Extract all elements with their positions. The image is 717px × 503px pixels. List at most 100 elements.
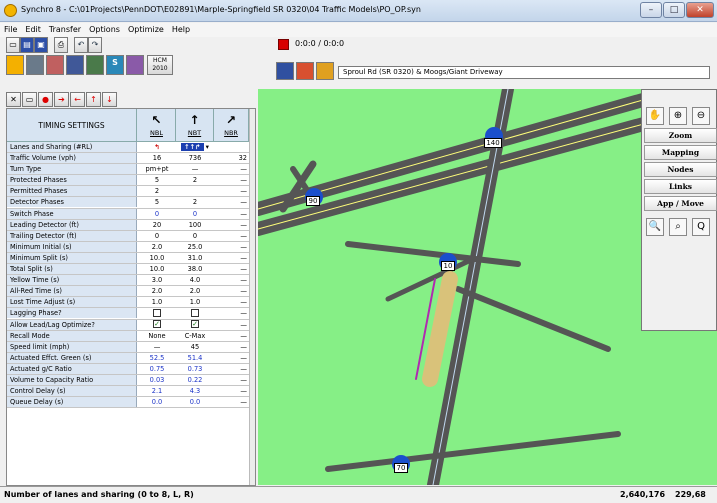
grid-scrollbar[interactable] bbox=[249, 109, 255, 485]
value-cell[interactable]: 0 bbox=[138, 209, 176, 219]
grid-row[interactable]: Permitted Phases 2 — bbox=[7, 186, 249, 198]
value-cell[interactable]: 5 bbox=[138, 197, 176, 207]
value-cell[interactable]: — bbox=[176, 164, 214, 174]
redo-icon[interactable]: ↷ bbox=[88, 37, 102, 53]
volume-settings-icon[interactable] bbox=[46, 55, 64, 75]
move-left-icon[interactable]: ← bbox=[70, 92, 85, 107]
value-cell[interactable]: — bbox=[214, 297, 249, 307]
value-cell[interactable]: 16 bbox=[138, 153, 176, 163]
value-cell[interactable]: 2.0 bbox=[138, 242, 176, 252]
value-cell[interactable]: — bbox=[214, 242, 249, 252]
save-file-icon[interactable]: ▣ bbox=[34, 37, 48, 53]
maximize-button[interactable]: □ bbox=[663, 2, 685, 18]
value-cell[interactable]: — bbox=[214, 220, 249, 230]
grid-row[interactable]: Lanes and Sharing (#RL) ↰ ↑↑↱ ▾ bbox=[7, 142, 249, 154]
value-cell[interactable]: 0 bbox=[138, 231, 176, 241]
grid-row[interactable]: Minimum Split (s) 10.0 31.0— bbox=[7, 252, 249, 265]
hcm-2010-button[interactable]: HCM 2010 bbox=[147, 55, 173, 75]
move-up-icon[interactable]: ↑ bbox=[86, 92, 101, 107]
value-cell[interactable]: 0.0 bbox=[138, 397, 176, 407]
value-cell[interactable]: pm+pt bbox=[138, 164, 176, 174]
value-cell[interactable]: — bbox=[214, 164, 249, 174]
grid-row[interactable]: All-Red Time (s) 2.0 2.0— bbox=[7, 286, 249, 298]
simulation-record-icon[interactable] bbox=[278, 39, 289, 50]
movement-nbl[interactable]: ↖ NBL bbox=[138, 109, 176, 142]
value-cell[interactable]: — bbox=[214, 209, 249, 219]
select-icon[interactable]: ▭ bbox=[22, 92, 37, 107]
value-cell[interactable]: 2.0 bbox=[138, 286, 176, 296]
value-cell[interactable]: — bbox=[214, 331, 249, 341]
value-cell[interactable]: 51.4 bbox=[176, 353, 214, 363]
checkbox-cell[interactable] bbox=[176, 308, 214, 318]
value-cell[interactable]: 2 bbox=[176, 175, 214, 185]
value-cell[interactable]: 32 bbox=[214, 153, 249, 163]
grid-row[interactable]: Allow Lead/Lag Optimize? ✓ ✓ — bbox=[7, 319, 249, 331]
value-cell[interactable]: 0.75 bbox=[138, 364, 176, 374]
grid-row[interactable]: Actuated g/C Ratio 0.75 0.73— bbox=[7, 363, 249, 375]
add-node-icon[interactable]: ● bbox=[38, 92, 53, 107]
nodes-button[interactable]: Nodes bbox=[644, 162, 717, 177]
value-cell[interactable]: — bbox=[214, 186, 249, 196]
grid-row[interactable]: Trailing Detector (ft) 0 0— bbox=[7, 230, 249, 242]
value-cell[interactable]: — bbox=[214, 386, 249, 396]
mapping-button[interactable]: Mapping bbox=[644, 145, 717, 160]
grid-row[interactable]: Volume to Capacity Ratio 0.03 0.22— bbox=[7, 374, 249, 387]
add-link-icon[interactable]: ➔ bbox=[54, 92, 69, 107]
hand-icon[interactable]: ✋ bbox=[646, 107, 664, 125]
close-button[interactable]: ✕ bbox=[686, 2, 714, 18]
zoom-window-icon[interactable]: ⌕ bbox=[669, 218, 687, 236]
movement-nbt[interactable]: ↑ NBT bbox=[176, 109, 214, 142]
value-cell[interactable]: — bbox=[214, 253, 249, 263]
detector-settings-icon[interactable]: S bbox=[106, 55, 124, 75]
app-move-button[interactable]: App / Move bbox=[644, 196, 717, 211]
value-cell[interactable]: 5 bbox=[138, 175, 176, 185]
checkbox-cell[interactable]: ✓ bbox=[176, 320, 214, 330]
zoom-scale-icon[interactable]: Q bbox=[692, 218, 710, 236]
grid-row[interactable]: Switch Phase 0 0— bbox=[7, 208, 249, 220]
intersection-name-field[interactable]: Sproul Rd (SR 0320) & Moogs/Giant Drivew… bbox=[338, 66, 710, 79]
value-cell[interactable]: None bbox=[138, 331, 176, 341]
checkbox[interactable]: ✓ bbox=[191, 320, 199, 328]
value-cell[interactable]: 2.0 bbox=[176, 286, 214, 296]
value-cell[interactable]: C-Max bbox=[176, 331, 214, 341]
value-cell[interactable]: 0.22 bbox=[176, 375, 214, 385]
timing-settings-icon[interactable] bbox=[66, 55, 84, 75]
menu-options[interactable]: Options bbox=[85, 23, 124, 37]
grid-row[interactable]: Detector Phases 5 2— bbox=[7, 197, 249, 209]
checkbox-cell[interactable] bbox=[138, 308, 176, 318]
lane-config-cell[interactable]: ↰ bbox=[138, 142, 176, 152]
value-cell[interactable]: 52.5 bbox=[138, 353, 176, 363]
signing-settings-icon[interactable] bbox=[86, 55, 104, 75]
value-cell[interactable]: 2 bbox=[138, 186, 176, 196]
grid-row[interactable]: Lagging Phase? — bbox=[7, 308, 249, 320]
value-cell[interactable]: 0.03 bbox=[138, 375, 176, 385]
value-cell[interactable]: — bbox=[214, 353, 249, 363]
value-cell[interactable]: 2.1 bbox=[138, 386, 176, 396]
value-cell[interactable]: — bbox=[214, 175, 249, 185]
checkbox-cell[interactable]: ✓ bbox=[138, 320, 176, 330]
value-cell[interactable]: 100 bbox=[176, 220, 214, 230]
grid-row[interactable]: Lost Time Adjust (s) 1.0 1.0— bbox=[7, 297, 249, 309]
value-cell[interactable]: — bbox=[214, 308, 249, 318]
value-cell[interactable]: 0.73 bbox=[176, 364, 214, 374]
value-cell[interactable]: 3.0 bbox=[138, 275, 176, 285]
zoom-all-icon[interactable]: 🔍 bbox=[646, 218, 664, 236]
value-cell[interactable] bbox=[214, 142, 249, 152]
value-cell[interactable]: 31.0 bbox=[176, 253, 214, 263]
delete-icon[interactable]: ✕ bbox=[6, 92, 21, 107]
value-cell[interactable]: — bbox=[214, 264, 249, 274]
value-cell[interactable] bbox=[176, 186, 214, 196]
phasing-settings-icon[interactable] bbox=[126, 55, 144, 75]
grid-row[interactable]: Leading Detector (ft) 20 100— bbox=[7, 219, 249, 231]
value-cell[interactable]: — bbox=[138, 342, 176, 352]
value-cell[interactable]: — bbox=[214, 197, 249, 207]
menu-help[interactable]: Help bbox=[168, 23, 194, 37]
move-down-icon[interactable]: ↓ bbox=[102, 92, 117, 107]
grid-row[interactable]: Actuated Effct. Green (s) 52.5 51.4— bbox=[7, 352, 249, 364]
undo-icon[interactable]: ↶ bbox=[74, 37, 88, 53]
value-cell[interactable]: — bbox=[214, 364, 249, 374]
checkbox[interactable]: ✓ bbox=[153, 320, 161, 328]
value-cell[interactable]: — bbox=[214, 320, 249, 330]
report-icon[interactable] bbox=[316, 62, 334, 80]
value-cell[interactable]: 45 bbox=[176, 342, 214, 352]
